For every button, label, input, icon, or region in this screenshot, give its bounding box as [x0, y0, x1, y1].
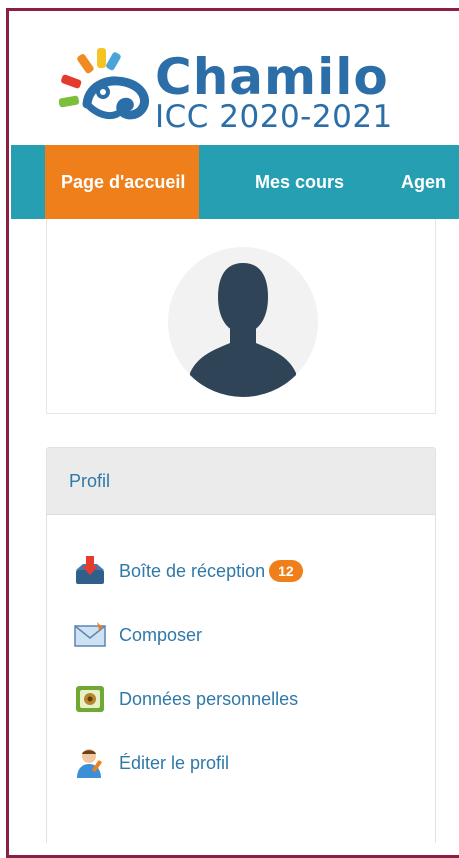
- menu-item-edit-profile[interactable]: Éditer le profil: [73, 746, 229, 780]
- envelope-icon: [74, 622, 106, 647]
- menu-item-personal-data[interactable]: Données personnelles: [73, 682, 298, 716]
- unread-count-badge: 12: [269, 560, 303, 582]
- avatar[interactable]: [168, 247, 318, 397]
- main-navbar: Page d'accueil Mes cours Agen: [11, 145, 459, 219]
- menu-item-inbox[interactable]: Boîte de réception 12: [73, 554, 303, 588]
- menu-item-label: Composer: [119, 624, 203, 645]
- logo-title: Chamilo: [155, 48, 389, 106]
- menu-item-label: Données personnelles: [119, 688, 299, 709]
- chameleon-logo-icon: [59, 48, 150, 120]
- profile-panel: Profil Boîte de réception 12 Composer Do…: [46, 447, 436, 843]
- menu-item-label: Boîte de réception: [119, 560, 266, 581]
- nav-home[interactable]: Page d'accueil: [45, 145, 200, 219]
- profile-panel-title: Profil: [47, 448, 435, 515]
- personal-data-icon: [76, 686, 104, 712]
- menu-item-compose[interactable]: Composer: [73, 618, 202, 652]
- header: Chamilo ICC 2020-2021: [11, 14, 459, 144]
- logo-subtitle: ICC 2020-2021: [155, 99, 393, 135]
- page: Chamilo ICC 2020-2021 Page d'accueil Mes…: [11, 14, 459, 843]
- menu-item-label: Éditer le profil: [119, 752, 230, 773]
- inbox-icon: [76, 556, 104, 584]
- nav-my-courses[interactable]: Mes cours: [255, 145, 344, 219]
- chamilo-logo[interactable]: Chamilo ICC 2020-2021: [59, 38, 459, 138]
- nav-agenda[interactable]: Agen: [401, 145, 446, 219]
- user-avatar-card: [46, 219, 436, 414]
- user-silhouette-icon: [190, 263, 296, 397]
- edit-profile-icon: [77, 749, 103, 778]
